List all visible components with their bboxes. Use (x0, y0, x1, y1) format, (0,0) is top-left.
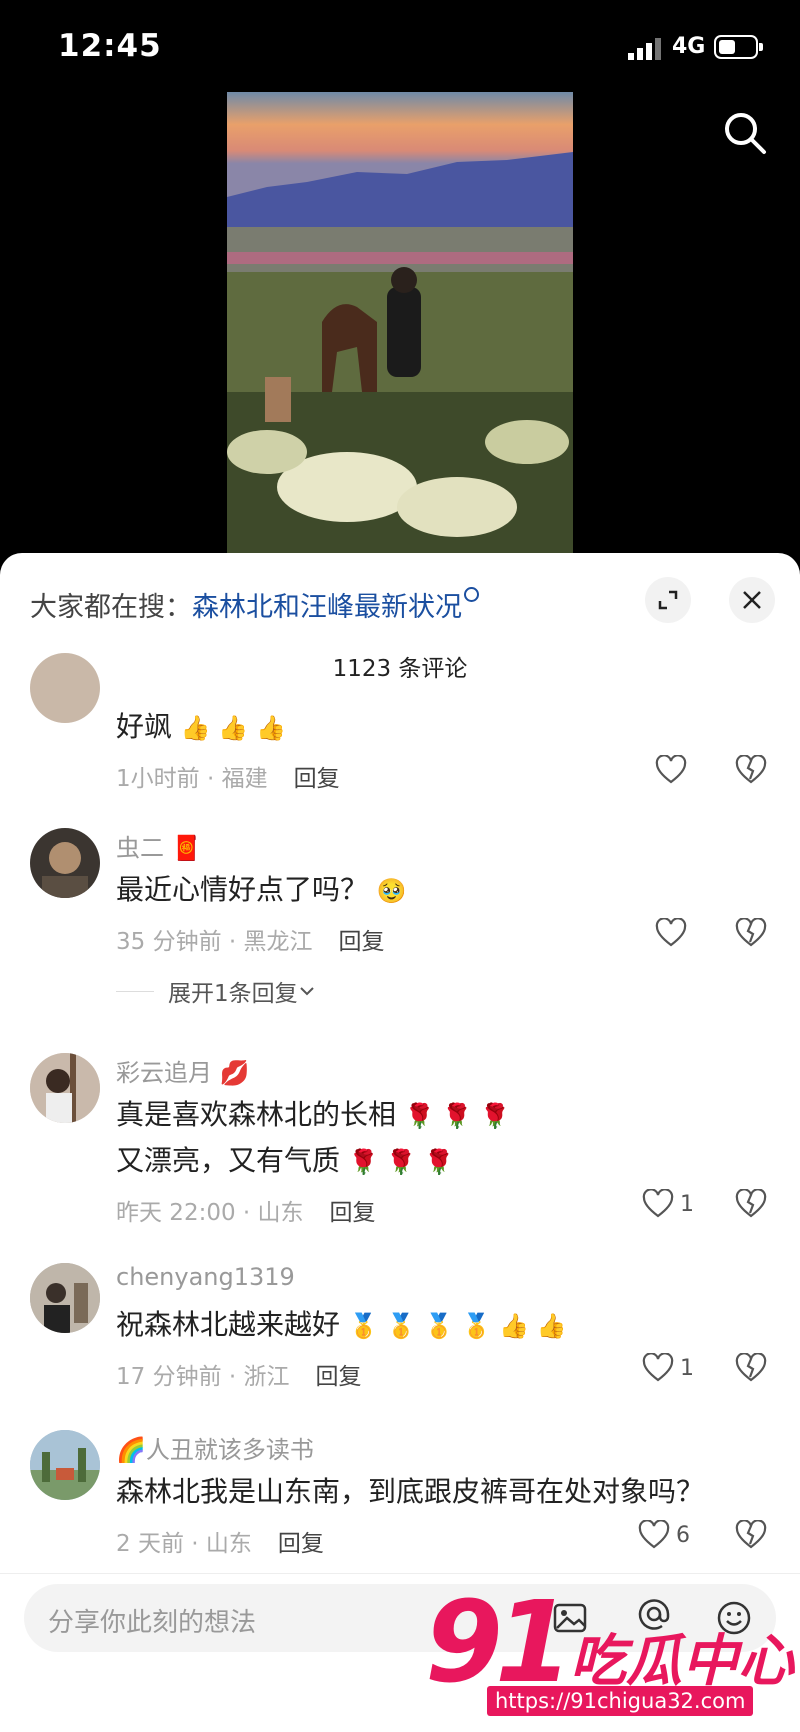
comment-text: 好飒 👍 👍 👍 (116, 710, 286, 743)
broken-heart-icon[interactable] (735, 755, 767, 785)
comment-text: 祝森林北越来越好 🥇 🥇 🥇 🥇 👍 👍 (116, 1308, 567, 1341)
status-bar: 12:45 4G (0, 0, 800, 92)
comment-text: 真是喜欢森林北的长相 🌹 🌹 🌹 (116, 1098, 510, 1131)
battery-icon (714, 35, 763, 59)
comment-text: 森林北我是山东南，到底跟皮裤哥在处对象吗？ (116, 1475, 705, 1508)
watermark-text: 吃瓜中心 (570, 1629, 794, 1694)
comment-username[interactable]: 彩云追月 💋 (116, 1053, 250, 1088)
reply-button[interactable]: 回复 (330, 1200, 376, 1226)
search-icon[interactable] (722, 110, 768, 156)
heart-icon (642, 1189, 674, 1218)
video-frame[interactable] (227, 92, 573, 554)
avatar[interactable] (30, 1263, 100, 1333)
expand-icon (658, 590, 678, 610)
heart-icon (655, 755, 687, 784)
status-time: 12:45 (58, 28, 162, 64)
hot-search-prefix: 大家都在搜： (30, 592, 192, 623)
avatar[interactable] (30, 1053, 100, 1123)
heart-icon (638, 1520, 670, 1549)
comment-meta: 2 天前 · 山东 回复 (116, 1531, 324, 1557)
comment-username[interactable]: 🌈人丑就该多读书 (116, 1430, 314, 1465)
broken-heart-icon[interactable] (735, 1189, 767, 1219)
watermark-logo: 91 吃瓜中心 https://91chigua32.com (425, 1578, 795, 1728)
close-button[interactable] (729, 577, 775, 623)
chevron-down-icon (299, 987, 314, 996)
like-count: 1 (680, 1355, 694, 1381)
heart-icon (642, 1353, 674, 1382)
reply-button[interactable]: 回复 (316, 1364, 362, 1390)
like-count: 1 (680, 1191, 694, 1217)
reply-button[interactable]: 回复 (339, 929, 385, 955)
reply-button[interactable]: 回复 (278, 1531, 324, 1557)
like-button[interactable]: 6 (638, 1520, 690, 1550)
watermark-url: https://91chigua32.com (487, 1686, 754, 1716)
expand-replies[interactable]: 展开1条回复 (116, 974, 316, 1008)
signal-icon (628, 38, 661, 60)
broken-heart-icon[interactable] (735, 918, 767, 948)
comment-count: 1123 条评论 (332, 656, 468, 682)
like-count: 6 (676, 1522, 690, 1548)
comment-meta: 17 分钟前 · 浙江 回复 (116, 1364, 362, 1390)
expand-button[interactable] (645, 577, 691, 623)
comment-input-placeholder: 分享你此刻的想法 (48, 1608, 257, 1638)
search-icon (464, 587, 479, 602)
heart-icon (655, 918, 687, 947)
like-button[interactable] (655, 755, 693, 785)
hot-search[interactable]: 大家都在搜：森林北和汪峰最新状况 (30, 585, 479, 624)
hot-search-keyword[interactable]: 森林北和汪峰最新状况 (192, 592, 462, 623)
avatar[interactable] (30, 653, 100, 723)
broken-heart-icon[interactable] (735, 1353, 767, 1383)
comment-meta: 1小时前 · 福建 回复 (116, 766, 340, 792)
close-icon (743, 591, 761, 609)
comment-text: 最近心情好点了吗？ 🥹 (116, 873, 407, 906)
like-button[interactable]: 1 (642, 1353, 694, 1383)
network-label: 4G (672, 34, 706, 59)
comment-text-line2: 又漂亮，又有气质 🌹 🌹 🌹 (116, 1144, 454, 1177)
broken-heart-icon[interactable] (735, 1520, 767, 1550)
like-button[interactable] (655, 918, 693, 948)
avatar[interactable] (30, 828, 100, 898)
comment-sheet: 大家都在搜：森林北和汪峰最新状况 1123 条评论 好飒 👍 👍 👍 1小时前 … (0, 553, 800, 1731)
comment-meta: 35 分钟前 · 黑龙江 回复 (116, 929, 385, 955)
avatar[interactable] (30, 1430, 100, 1500)
like-button[interactable]: 1 (642, 1189, 694, 1219)
comment-meta: 昨天 22:00 · 山东 回复 (116, 1200, 376, 1226)
reply-button[interactable]: 回复 (294, 766, 340, 792)
comment-username[interactable]: chenyang1319 (116, 1263, 295, 1291)
comment-username[interactable]: 虫二 🧧 (116, 828, 202, 863)
